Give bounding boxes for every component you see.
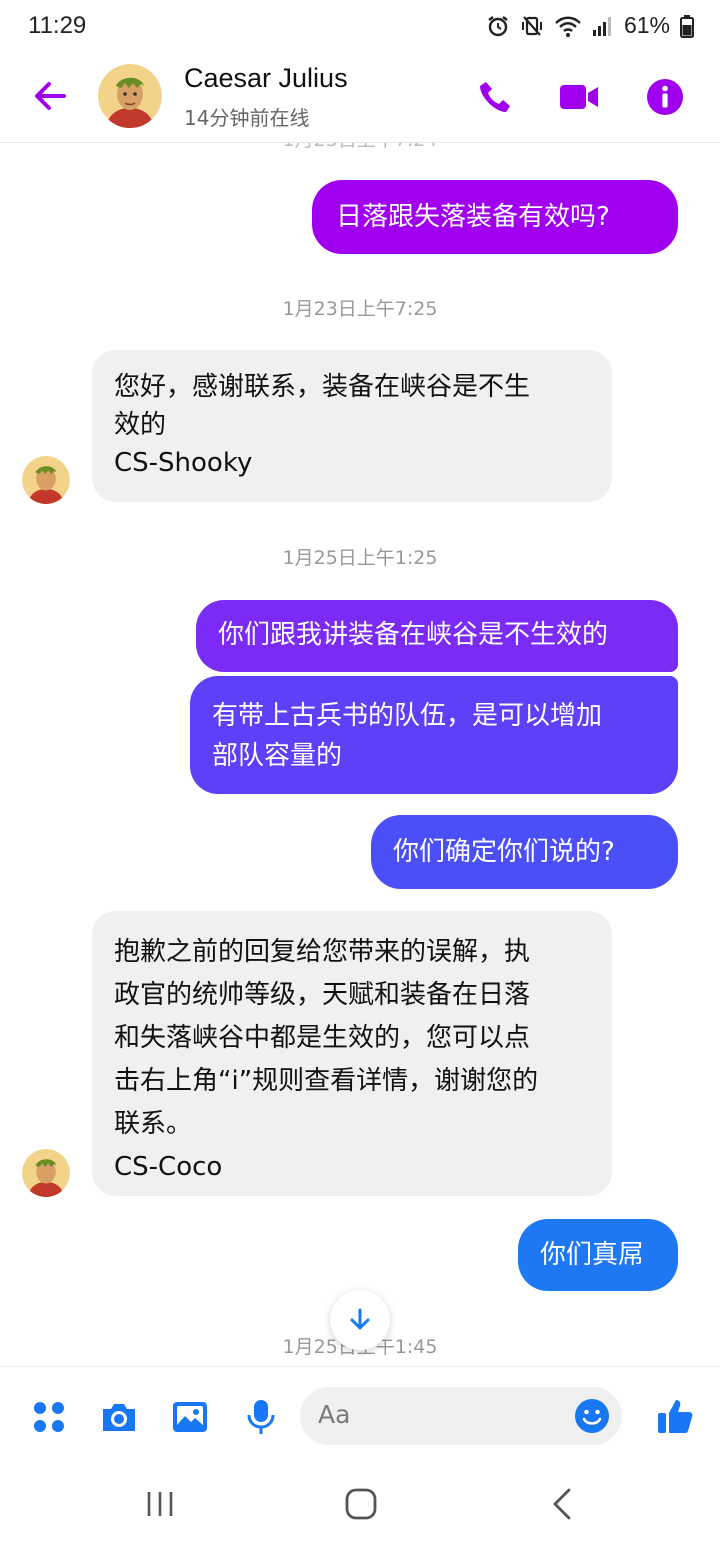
received-message[interactable]: 您好，感谢联系，装备在峡谷是不生 效的 CS-Shooky <box>92 350 612 502</box>
recent-apps-icon[interactable] <box>140 1484 180 1524</box>
sender-avatar[interactable] <box>22 1149 70 1197</box>
back-nav-icon[interactable] <box>543 1484 583 1524</box>
status-bar: 11:29 61% <box>0 0 720 56</box>
more-apps-icon[interactable] <box>29 1397 69 1437</box>
wifi-icon <box>555 16 581 37</box>
battery-percent: 61% <box>623 12 670 38</box>
sent-message[interactable]: 有带上古兵书的队伍，是可以增加 部队容量的 <box>190 676 678 794</box>
gallery-icon[interactable] <box>170 1397 210 1437</box>
system-nav-bar <box>0 1466 720 1544</box>
emoji-icon[interactable] <box>574 1398 610 1434</box>
sent-message[interactable]: 你们确定你们说的? <box>371 815 678 889</box>
sent-message[interactable]: 你们真屌 <box>518 1219 678 1291</box>
video-call-icon[interactable] <box>558 76 600 118</box>
signal-icon <box>592 16 611 36</box>
contact-status: 14分钟前在线 <box>184 106 310 130</box>
thumbs-up-icon[interactable] <box>655 1395 697 1437</box>
timestamp: 1月25日上午1:25 <box>282 547 438 569</box>
sent-message[interactable]: 你们跟我讲装备在峡谷是不生效的 <box>196 600 678 672</box>
home-icon[interactable] <box>341 1484 381 1524</box>
alarm-icon <box>488 15 508 36</box>
status-time: 11:29 <box>28 12 87 39</box>
received-message[interactable]: 抱歉之前的回复给您带来的误解，执 政官的统帅等级，天赋和装备在日落 和失落峡谷中… <box>92 911 612 1196</box>
vibrate-mute-icon <box>521 15 542 36</box>
timestamp: 1月23日上午7:25 <box>282 298 438 320</box>
status-icons: 61% <box>486 12 694 39</box>
message-input-placeholder: Aa <box>318 1400 351 1429</box>
info-icon[interactable] <box>644 76 686 118</box>
back-arrow-icon[interactable] <box>30 76 70 116</box>
contact-avatar[interactable] <box>98 64 162 128</box>
sent-message[interactable]: 日落跟失落装备有效吗? <box>312 180 678 254</box>
contact-name[interactable]: Caesar Julius <box>184 63 348 94</box>
sender-avatar[interactable] <box>22 456 70 504</box>
message-input[interactable]: Aa <box>300 1387 622 1445</box>
scroll-to-bottom-button[interactable] <box>330 1290 390 1350</box>
camera-icon[interactable] <box>99 1397 139 1437</box>
battery-icon <box>680 14 694 38</box>
message-composer: Aa <box>0 1366 720 1467</box>
arrow-down-icon <box>350 1308 370 1330</box>
microphone-icon[interactable] <box>241 1397 281 1437</box>
phone-call-icon[interactable] <box>474 76 516 118</box>
conversation-header: Caesar Julius 14分钟前在线 <box>0 56 720 143</box>
